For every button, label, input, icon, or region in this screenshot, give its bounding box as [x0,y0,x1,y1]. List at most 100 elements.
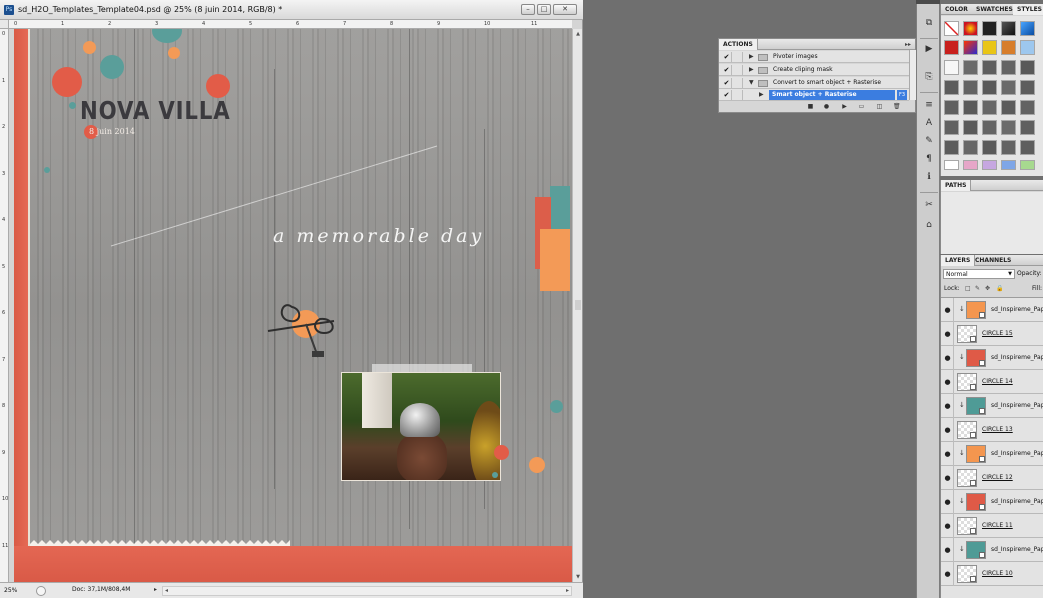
tool-presets-icon[interactable]: ✂ [922,198,936,212]
document-canvas[interactable]: NOVA VILLA 8 juin 2014 a memorable day [14,29,572,582]
style-swatch[interactable] [963,140,978,155]
dialog-toggle[interactable] [734,78,743,88]
expand-arrow-icon[interactable]: ▼ [749,78,754,88]
visibility-eye-icon[interactable]: ● [943,496,952,508]
info-icon[interactable]: ℹ [922,170,936,184]
horizontal-ruler[interactable]: 0123456789101112 [9,20,572,29]
layer-name[interactable]: sd_Inspireme_Pape [991,394,1043,418]
layer-thumbnail[interactable] [957,373,977,391]
style-swatch[interactable] [982,40,997,55]
lock-transparent-icon[interactable]: □ [965,285,972,292]
layer-row[interactable]: ● ↓ sd_Inspireme_Pape [941,538,1043,562]
layer-row[interactable]: ● CIRCLE 14 [941,370,1043,394]
layer-name[interactable]: sd_Inspireme_Pape [991,346,1043,370]
delete-icon[interactable]: 🗑 [893,103,901,110]
layer-thumbnail[interactable] [966,541,986,559]
layer-thumbnail[interactable] [966,301,986,319]
dialog-toggle[interactable] [734,90,743,100]
layer-row[interactable]: ● ↓ sd_Inspireme_Pape [941,298,1043,322]
layer-name[interactable]: CIRCLE 12 [982,466,1013,490]
layer-row[interactable]: ● CIRCLE 10 [941,562,1043,586]
style-swatch[interactable] [1001,160,1016,170]
style-swatch[interactable] [1001,80,1016,95]
brush-icon[interactable]: ✎ [922,134,936,148]
scroll-down-icon[interactable]: ▼ [573,572,583,582]
scroll-up-icon[interactable]: ▲ [573,29,583,39]
checkmark-icon[interactable]: ✔ [722,65,732,75]
style-swatch[interactable] [982,100,997,115]
checkmark-icon[interactable]: ✔ [722,52,732,62]
layer-name[interactable]: CIRCLE 15 [982,322,1013,346]
style-swatch[interactable] [944,60,959,75]
scroll-right-icon[interactable]: ▸ [566,587,569,595]
new-set-icon[interactable]: ▭ [858,103,865,110]
layer-thumbnail[interactable] [966,493,986,511]
zoom-field[interactable]: 25% [4,586,30,596]
maximize-button[interactable]: □ [537,4,551,15]
layer-thumbnail[interactable] [957,565,977,583]
action-row[interactable]: ✔ ▼ Convert to smart object + Rasterise [719,77,909,89]
lock-position-icon[interactable]: ✥ [985,285,992,292]
record-icon[interactable]: ● [823,103,830,110]
visibility-eye-icon[interactable]: ● [943,304,952,316]
style-swatch[interactable] [963,120,978,135]
blend-mode-select[interactable]: Normal ▼ [943,269,1015,279]
tab-color[interactable]: COLOR [941,4,972,15]
style-swatch[interactable] [944,100,959,115]
action-row[interactable]: ✔ ▶ Create cliping mask [719,64,909,76]
panel-menu-icon[interactable]: ▸▸ [905,39,911,50]
expand-arrow-icon[interactable]: ▶ [749,65,754,75]
checkmark-icon[interactable]: ✔ [722,90,732,100]
layer-thumbnail[interactable] [957,469,977,487]
lock-all-icon[interactable]: 🔒 [996,285,1003,292]
scroll-thumb[interactable] [575,300,581,310]
style-swatch[interactable] [944,140,959,155]
tab-paths[interactable]: PATHS [941,180,972,191]
visibility-eye-icon[interactable]: ● [943,352,952,364]
layer-name[interactable]: sd_Inspireme_Pape [991,490,1043,514]
layer-row[interactable]: ● ↓ sd_Inspireme_Pape [941,490,1043,514]
style-swatch[interactable] [944,120,959,135]
style-none-swatch[interactable] [944,160,959,170]
layer-name[interactable]: CIRCLE 13 [982,418,1013,442]
style-swatch[interactable] [1001,140,1016,155]
expand-arrow-icon[interactable]: ▶ [759,90,764,100]
layer-name[interactable]: CIRCLE 14 [982,370,1013,394]
visibility-eye-icon[interactable]: ● [943,568,952,580]
play-icon[interactable]: ▶ [841,103,848,110]
status-info-icon[interactable] [36,586,46,596]
layer-row[interactable]: ● CIRCLE 15 [941,322,1043,346]
style-swatch[interactable] [1020,80,1035,95]
dialog-toggle[interactable] [734,65,743,75]
layer-row[interactable]: ● CIRCLE 12 [941,466,1043,490]
horizontal-scrollbar[interactable]: ◂ ▸ [162,586,572,596]
style-swatch[interactable] [1001,40,1016,55]
visibility-eye-icon[interactable]: ● [943,472,952,484]
style-swatch[interactable] [1020,40,1035,55]
layer-thumbnail[interactable] [966,397,986,415]
style-swatch[interactable] [1020,100,1035,115]
clone-source-icon[interactable]: ⎘ [922,70,936,84]
status-menu-arrow-icon[interactable]: ▸ [154,586,157,593]
visibility-eye-icon[interactable]: ● [943,544,952,556]
style-swatch[interactable] [944,40,959,55]
vertical-scrollbar[interactable]: ▲ ▼ [572,29,582,582]
layer-thumbnail[interactable] [966,349,986,367]
style-swatch[interactable] [982,21,997,36]
document-window[interactable]: Ps sd_H2O_Templates_Template04.psd @ 25%… [0,0,583,598]
expand-arrow-icon[interactable]: ▶ [749,52,754,62]
visibility-eye-icon[interactable]: ● [943,400,952,412]
close-button[interactable]: ✕ [553,4,577,15]
style-swatch[interactable] [1001,21,1016,36]
document-title-bar[interactable]: Ps sd_H2O_Templates_Template04.psd @ 25%… [0,0,583,20]
layer-name[interactable]: CIRCLE 10 [982,562,1013,586]
tab-swatches[interactable]: SWATCHES [972,4,1017,15]
layer-thumbnail[interactable] [957,325,977,343]
layer-row[interactable]: ● ↓ sd_Inspireme_Pape [941,442,1043,466]
dialog-toggle[interactable] [734,52,743,62]
style-swatch[interactable] [1020,120,1035,135]
tab-styles[interactable]: STYLES [1013,4,1043,15]
style-swatch[interactable] [982,120,997,135]
layer-row[interactable]: ● CIRCLE 13 [941,418,1043,442]
character-icon[interactable]: A [922,116,936,130]
